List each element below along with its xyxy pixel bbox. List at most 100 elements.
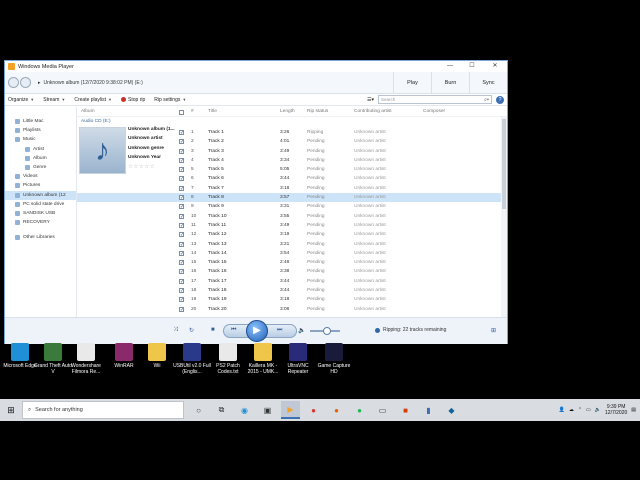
track-checkbox[interactable] <box>179 166 184 175</box>
breadcrumb[interactable]: ▸ Unknown album (12/7/2020 9:38:02 PM) (… <box>38 80 143 86</box>
desktop-icon[interactable]: PS2 Patch Codes.txt <box>208 343 248 375</box>
column-length[interactable]: Length <box>280 109 295 114</box>
sidebar-item-other-libraries[interactable]: Other Libraries <box>5 233 76 242</box>
taskbar-search[interactable]: ⌕ Search for anything <box>22 401 184 419</box>
table-row[interactable]: 10 Track 10 3:55 Pending Unknown artist <box>77 212 507 222</box>
search-icon[interactable]: ⌕▾ <box>484 96 489 104</box>
close-button[interactable]: ✕ <box>483 61 507 72</box>
desktop-icon[interactable]: Wii <box>137 343 177 369</box>
notification-icon[interactable]: ▤ <box>631 407 636 413</box>
previous-icon[interactable]: ⏮ <box>231 327 236 334</box>
table-row[interactable]: 17 Track 17 3:44 Pending Unknown artist <box>77 277 507 287</box>
table-row[interactable]: 3 Track 3 3:49 Pending Unknown artist <box>77 147 507 157</box>
sidebar-item-videos[interactable]: Videos <box>5 172 76 181</box>
store-icon[interactable]: ▣ <box>258 401 277 419</box>
windows-start-icon[interactable]: ⊞ <box>0 399 22 421</box>
track-checkbox[interactable] <box>179 129 184 138</box>
desktop-icon[interactable]: USBUtil v2.0 Full (Englis... <box>172 343 212 375</box>
volume-icon[interactable]: 🔈 <box>298 327 305 334</box>
cortana-icon[interactable]: ○ <box>189 401 208 419</box>
rip-settings-menu[interactable]: Rip settings ▼ <box>154 97 186 103</box>
track-checkbox[interactable] <box>179 259 184 268</box>
track-checkbox[interactable] <box>179 296 184 306</box>
network-icon[interactable]: ▭ <box>586 407 591 413</box>
table-row[interactable]: 16 Track 16 3:38 Pending Unknown artist <box>77 267 507 278</box>
stop-icon[interactable]: ■ <box>211 327 215 333</box>
stream-menu[interactable]: Stream ▼ <box>43 97 65 103</box>
edge-icon[interactable]: ◉ <box>235 401 254 419</box>
chevron-up-icon[interactable]: ⌃ <box>578 407 582 413</box>
play-button[interactable]: ▶ <box>246 320 268 342</box>
table-row[interactable]: 13 Track 13 3:21 Pending Unknown artist <box>77 240 507 250</box>
visual-studio-icon[interactable]: ◆ <box>442 401 461 419</box>
help-icon[interactable]: ? <box>496 95 504 104</box>
desktop-icon[interactable]: Wondershare Filmora Re... <box>66 343 106 375</box>
volume-icon[interactable]: 🔈 <box>595 407 601 413</box>
track-checkbox[interactable] <box>179 203 184 213</box>
track-checkbox[interactable] <box>179 222 184 231</box>
table-row[interactable]: 1 Track 1 3:26 Ripping Unknown artist <box>77 128 507 138</box>
desktop-icon[interactable]: UltraVNC Repeater <box>278 343 318 375</box>
track-checkbox[interactable] <box>179 250 184 259</box>
chrome-icon[interactable]: ● <box>304 401 323 419</box>
scrollbar[interactable] <box>501 117 507 317</box>
track-checkbox[interactable] <box>179 306 184 315</box>
column-contributing-artist[interactable]: Contributing artist <box>354 109 392 114</box>
column-rip-status[interactable]: Rip status <box>307 109 328 114</box>
switch-to-now-playing-icon[interactable]: ⊞ <box>491 327 496 334</box>
forward-button[interactable] <box>20 77 31 88</box>
cloud-icon[interactable]: ☁ <box>569 407 574 413</box>
app-icon[interactable]: ▮ <box>419 401 438 419</box>
tab-play[interactable]: Play <box>393 71 431 94</box>
select-all-checkbox[interactable] <box>179 110 184 115</box>
sidebar-item-pc-drive[interactable]: PC solid state drive <box>5 200 76 209</box>
track-checkbox[interactable] <box>179 213 184 222</box>
track-checkbox[interactable] <box>179 148 184 157</box>
table-row[interactable]: 8 Track 8 3:57 Pending Unknown artist <box>77 193 507 203</box>
tab-burn[interactable]: Burn <box>431 71 469 94</box>
table-row[interactable]: 14 Track 14 3:54 Pending Unknown artist <box>77 249 507 259</box>
office-icon[interactable]: ■ <box>396 401 415 419</box>
shuffle-icon[interactable]: ⤨ <box>173 327 178 334</box>
track-checkbox[interactable] <box>179 268 184 278</box>
stop-rip-button[interactable]: Stop rip <box>121 97 145 103</box>
track-checkbox[interactable] <box>179 231 184 241</box>
table-row[interactable]: 9 Track 9 3:31 Pending Unknown artist <box>77 202 507 213</box>
table-row[interactable]: 19 Track 19 3:18 Pending Unknown artist <box>77 295 507 306</box>
organize-menu[interactable]: Organize ▼ <box>8 97 34 103</box>
track-checkbox[interactable] <box>179 157 184 166</box>
column-number[interactable]: # <box>191 109 194 114</box>
track-checkbox[interactable] <box>179 175 184 185</box>
sidebar-item-recovery[interactable]: RECOVERY <box>5 218 76 227</box>
table-row[interactable]: 15 Track 15 2:46 Pending Unknown artist <box>77 258 507 268</box>
track-checkbox[interactable] <box>179 185 184 194</box>
table-row[interactable]: 11 Track 11 3:49 Pending Unknown artist <box>77 221 507 231</box>
track-checkbox[interactable] <box>179 194 184 203</box>
track-checkbox[interactable] <box>179 287 184 296</box>
column-title[interactable]: Title <box>208 109 217 114</box>
sidebar-item-pictures[interactable]: Pictures <box>5 181 76 190</box>
spotify-icon[interactable]: ● <box>350 401 369 419</box>
firefox-icon[interactable]: ● <box>327 401 346 419</box>
minimize-button[interactable]: — <box>439 61 461 72</box>
repeat-icon[interactable]: ↻ <box>189 327 194 334</box>
desktop-icon[interactable]: Kaillera MK - 2015 - UMK... <box>243 343 283 375</box>
column-album[interactable]: Album <box>81 109 95 114</box>
maximize-button[interactable]: ☐ <box>461 61 483 72</box>
track-checkbox[interactable] <box>179 138 184 148</box>
sidebar-item-library[interactable]: Little Mac <box>5 117 76 126</box>
search-input[interactable]: Search ⌕▾ <box>378 95 492 104</box>
clock[interactable]: 9:39 PM 12/7/2020 <box>605 404 627 416</box>
back-button[interactable] <box>8 77 19 88</box>
track-checkbox[interactable] <box>179 241 184 250</box>
sidebar-item-playlists[interactable]: Playlists <box>5 126 76 135</box>
next-icon[interactable]: ⏭ <box>277 327 282 334</box>
table-row[interactable]: 6 Track 6 3:44 Pending Unknown artist <box>77 174 507 185</box>
table-row[interactable]: 4 Track 4 3:34 Pending Unknown artist <box>77 156 507 166</box>
media-player-taskbar-icon[interactable]: ▶ <box>281 401 300 419</box>
volume-slider-thumb[interactable] <box>323 327 331 335</box>
table-row[interactable]: 7 Track 7 3:18 Pending Unknown artist <box>77 184 507 194</box>
track-checkbox[interactable] <box>179 278 184 287</box>
view-options-icon[interactable]: ☰▾ <box>367 97 374 103</box>
sidebar-item-album[interactable]: Album <box>5 154 76 163</box>
